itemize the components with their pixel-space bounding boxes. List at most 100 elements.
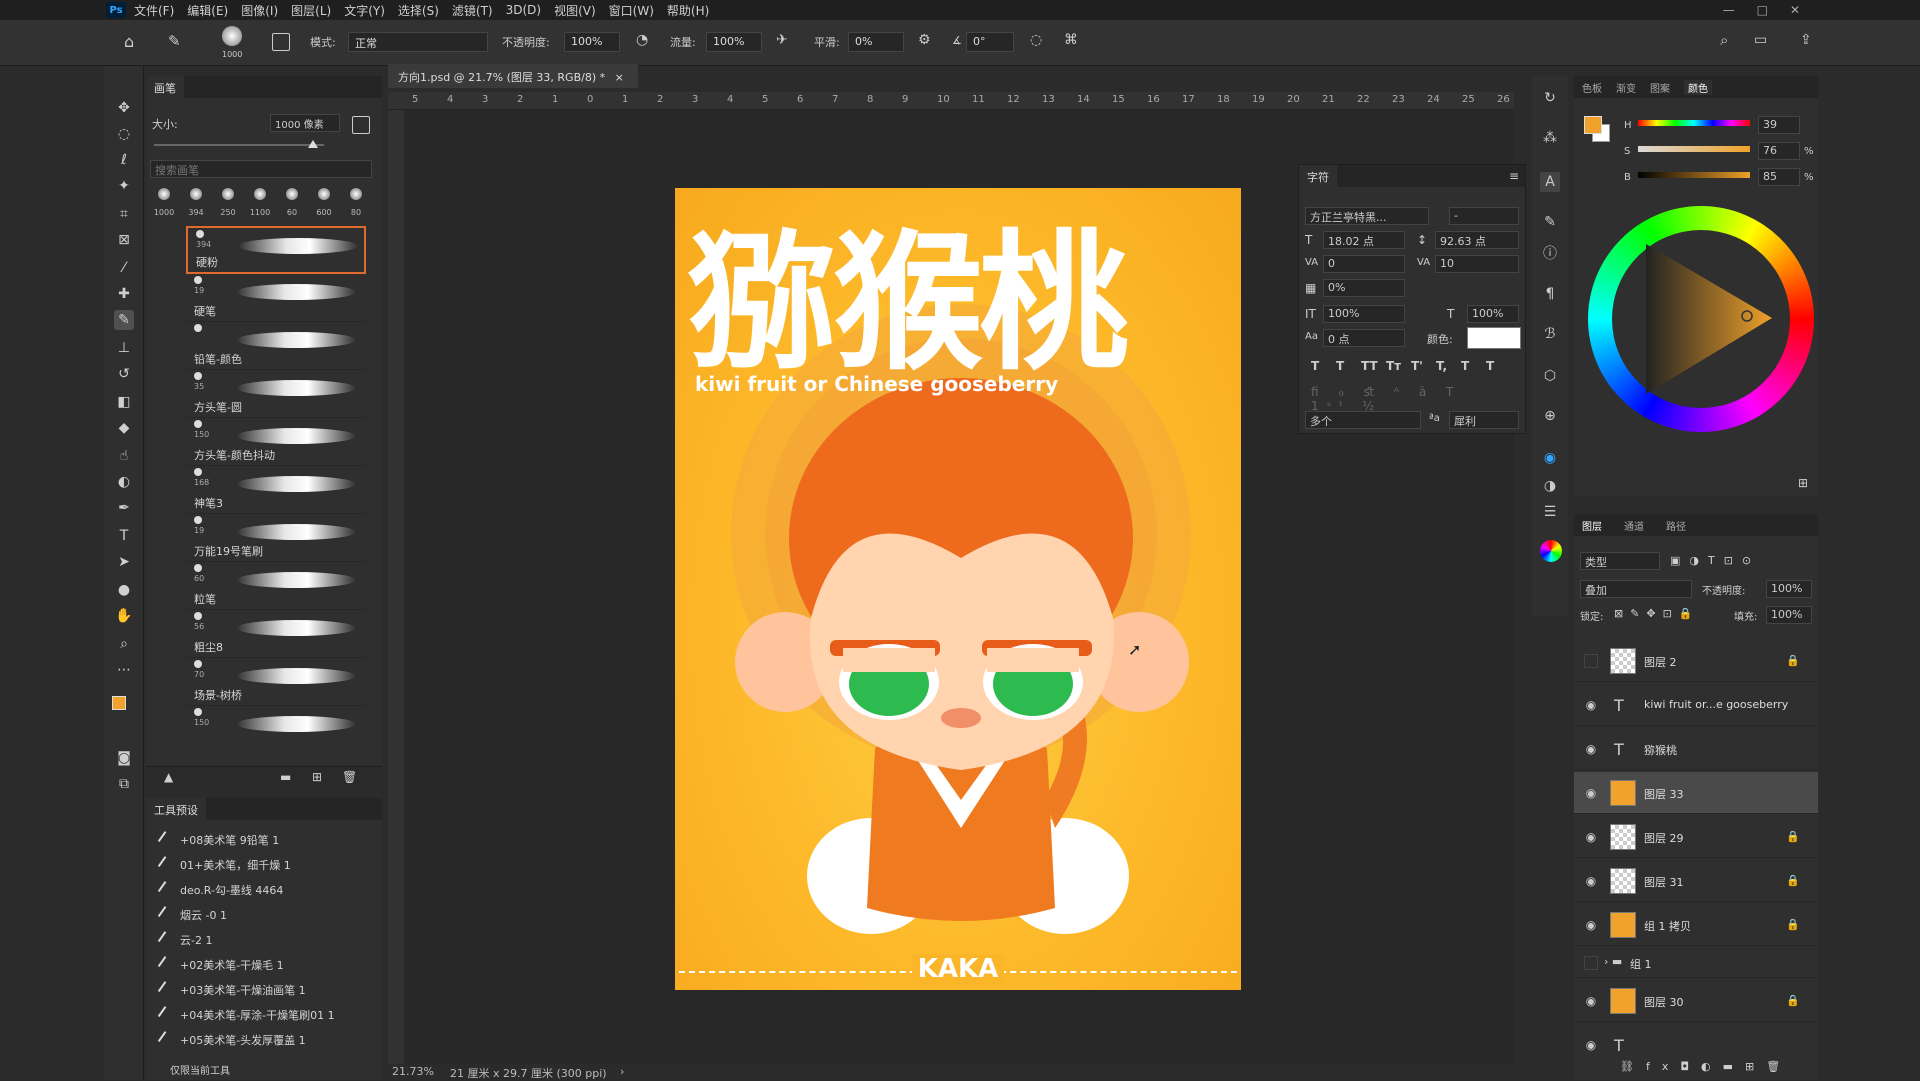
tool-preset-item[interactable]: +04美术笔-厚涂-干燥笔刷01 1: [152, 1003, 372, 1028]
zoom-level[interactable]: 21.73%: [392, 1065, 434, 1078]
vertical-scale-input[interactable]: 100%: [1323, 305, 1405, 323]
layer-row[interactable]: ◉ 组 1 拷贝 🔒: [1574, 904, 1818, 946]
tool-preset-item[interactable]: 烟云 -0 1: [152, 903, 372, 928]
visibility-eye-icon[interactable]: ◉: [1584, 786, 1598, 800]
hue-slider[interactable]: [1638, 120, 1750, 126]
layers-panel-tab[interactable]: 路径: [1666, 518, 1686, 533]
hand-tool-icon[interactable]: ✋: [114, 606, 134, 626]
brush-item[interactable]: 铅笔-颜色: [186, 322, 366, 370]
tab-brushes[interactable]: 画笔: [146, 76, 184, 98]
brush-tip-preset[interactable]: 80: [342, 186, 370, 222]
color-foreground-swatch[interactable]: [1584, 116, 1602, 134]
smudge-icon[interactable]: ☝: [114, 446, 134, 466]
visibility-eye-icon[interactable]: ◉: [1584, 874, 1598, 888]
history-panel-icon[interactable]: ↻: [1540, 88, 1560, 108]
delete-brush-icon[interactable]: 🗑: [342, 770, 357, 784]
brush-item[interactable]: 60 粒笔: [186, 562, 366, 610]
language-select[interactable]: 多个: [1305, 411, 1421, 429]
font-size-input[interactable]: 18.02 点: [1323, 231, 1405, 249]
layer-filter-icons[interactable]: ▣◑T⊡⊙: [1670, 554, 1760, 567]
color-panel-tab[interactable]: 渐变: [1616, 80, 1636, 95]
type-style-button[interactable]: Tт: [1386, 359, 1401, 373]
current-tool-only-checkbox[interactable]: 仅限当前工具: [170, 1062, 230, 1077]
color-triangle[interactable]: [1612, 230, 1790, 408]
pen-tool-icon[interactable]: ✒: [114, 498, 134, 518]
workspace-icon[interactable]: ▭: [1754, 32, 1767, 48]
3d-panel-icon[interactable]: ⬡: [1540, 366, 1560, 386]
brush-item[interactable]: 394 硬粉: [186, 226, 366, 274]
smooth-input[interactable]: 0%: [848, 32, 904, 52]
tracking-input[interactable]: 10: [1435, 255, 1519, 273]
horizontal-scale-input[interactable]: 100%: [1467, 305, 1519, 323]
layer-row[interactable]: ◉ 图层 33: [1574, 772, 1818, 814]
layers-panel-tab[interactable]: 通道: [1624, 518, 1644, 533]
layer-row[interactable]: ◉ 图层 30 🔒: [1574, 980, 1818, 1022]
type-style-button[interactable]: T: [1486, 359, 1494, 373]
tab-character[interactable]: 字符: [1299, 165, 1337, 187]
status-arrow-icon[interactable]: ›: [620, 1065, 624, 1078]
layer-row[interactable]: › ▬ 组 1: [1574, 948, 1818, 978]
mode-select[interactable]: 正常: [348, 32, 488, 52]
brush-item[interactable]: 56 粗尘8: [186, 610, 366, 658]
tool-preset-item[interactable]: 01+美术笔，细千燥 1: [152, 853, 372, 878]
eyedropper-icon[interactable]: ⁄: [114, 258, 134, 278]
layer-row[interactable]: ◉ 图层 29 🔒: [1574, 816, 1818, 858]
brush-item[interactable]: 150 方头笔-颜色抖动: [186, 418, 366, 466]
saturation-slider[interactable]: [1638, 146, 1750, 152]
angle-input[interactable]: 0°: [966, 32, 1014, 52]
brush-tool-icon[interactable]: ✎: [168, 32, 181, 50]
tool-preset-item[interactable]: deo.R-勾-墨线 4464: [152, 878, 372, 903]
tool-preset-item[interactable]: +08美术笔 9铅笔 1: [152, 828, 372, 853]
properties-panel-icon[interactable]: ☰: [1540, 502, 1560, 522]
airbrush-icon[interactable]: ✈: [776, 32, 788, 48]
size-slider-thumb[interactable]: [308, 140, 318, 148]
brush-preview-slider-icon[interactable]: ▲: [164, 770, 173, 784]
color-wheel-panel-icon[interactable]: [1540, 540, 1562, 562]
menu-edit[interactable]: 编辑(E): [187, 2, 228, 19]
move-tool-icon[interactable]: ✥: [114, 98, 134, 118]
brush-tip-preset[interactable]: 394: [182, 186, 210, 222]
search-icon[interactable]: ⌕: [1720, 31, 1728, 49]
color-panel-tab[interactable]: 色板: [1582, 80, 1602, 95]
brush-item[interactable]: 19 万能19号笔刷: [186, 514, 366, 562]
type-style-button[interactable]: T: [1336, 359, 1344, 373]
menu-view[interactable]: 视图(V): [554, 2, 596, 19]
brightness-slider[interactable]: [1638, 172, 1750, 178]
menu-select[interactable]: 选择(S): [398, 2, 439, 19]
minimize-button[interactable]: —: [1723, 0, 1735, 20]
brush-item[interactable]: 35 方头笔-圆: [186, 370, 366, 418]
layer-row[interactable]: ◉ T 猕猴桃: [1574, 728, 1818, 770]
new-brush-icon[interactable]: [352, 116, 370, 134]
layer-row[interactable]: ◉ 图层 31 🔒: [1574, 860, 1818, 902]
brush-tip-preset[interactable]: 60: [278, 186, 306, 222]
visibility-eye-icon[interactable]: ◉: [1584, 1038, 1598, 1052]
paragraph-panel-icon[interactable]: ¶: [1540, 284, 1560, 304]
layers-footer-icons[interactable]: ⛓fx◘◐▬⊞🗑: [1574, 1060, 1818, 1080]
lock-icons[interactable]: ⊠✎✥⊡🔒: [1614, 607, 1700, 620]
visibility-eye-icon[interactable]: ◉: [1584, 742, 1598, 756]
saturation-input[interactable]: 76: [1758, 142, 1800, 160]
magic-wand-icon[interactable]: ✦: [114, 176, 134, 196]
stamp-tool-icon[interactable]: ⊥: [114, 338, 134, 358]
brush-settings-panel-icon[interactable]: ⁂: [1540, 128, 1560, 148]
visibility-eye-icon[interactable]: ◉: [1584, 830, 1598, 844]
close-document-icon[interactable]: ×: [615, 71, 624, 84]
menu-type[interactable]: 文字(Y): [344, 2, 385, 19]
brush-tip-preset[interactable]: 600: [310, 186, 338, 222]
brush-settings-icon[interactable]: [272, 33, 290, 51]
paint-bucket-icon[interactable]: ◆: [114, 418, 134, 438]
healing-brush-icon[interactable]: ✚: [114, 284, 134, 304]
zoom-tool-icon[interactable]: ⌕: [114, 634, 134, 654]
layer-opacity-input[interactable]: 100%: [1766, 580, 1812, 598]
type-tool-icon[interactable]: T: [114, 526, 134, 546]
brush-tip-preset[interactable]: 1100: [246, 186, 274, 222]
home-icon[interactable]: ⌂: [124, 32, 134, 51]
new-brush-add-icon[interactable]: ⊞: [312, 770, 322, 784]
leading-input[interactable]: 92.63 点: [1435, 231, 1519, 249]
menu-help[interactable]: 帮助(H): [667, 2, 709, 19]
color-panel-expand-icon[interactable]: ⊞: [1798, 476, 1808, 490]
type-style-button[interactable]: T: [1461, 359, 1469, 373]
folder-icon[interactable]: › ▬: [1604, 955, 1622, 968]
font-style-select[interactable]: -: [1449, 207, 1519, 225]
frame-tool-icon[interactable]: ⊠: [114, 230, 134, 250]
